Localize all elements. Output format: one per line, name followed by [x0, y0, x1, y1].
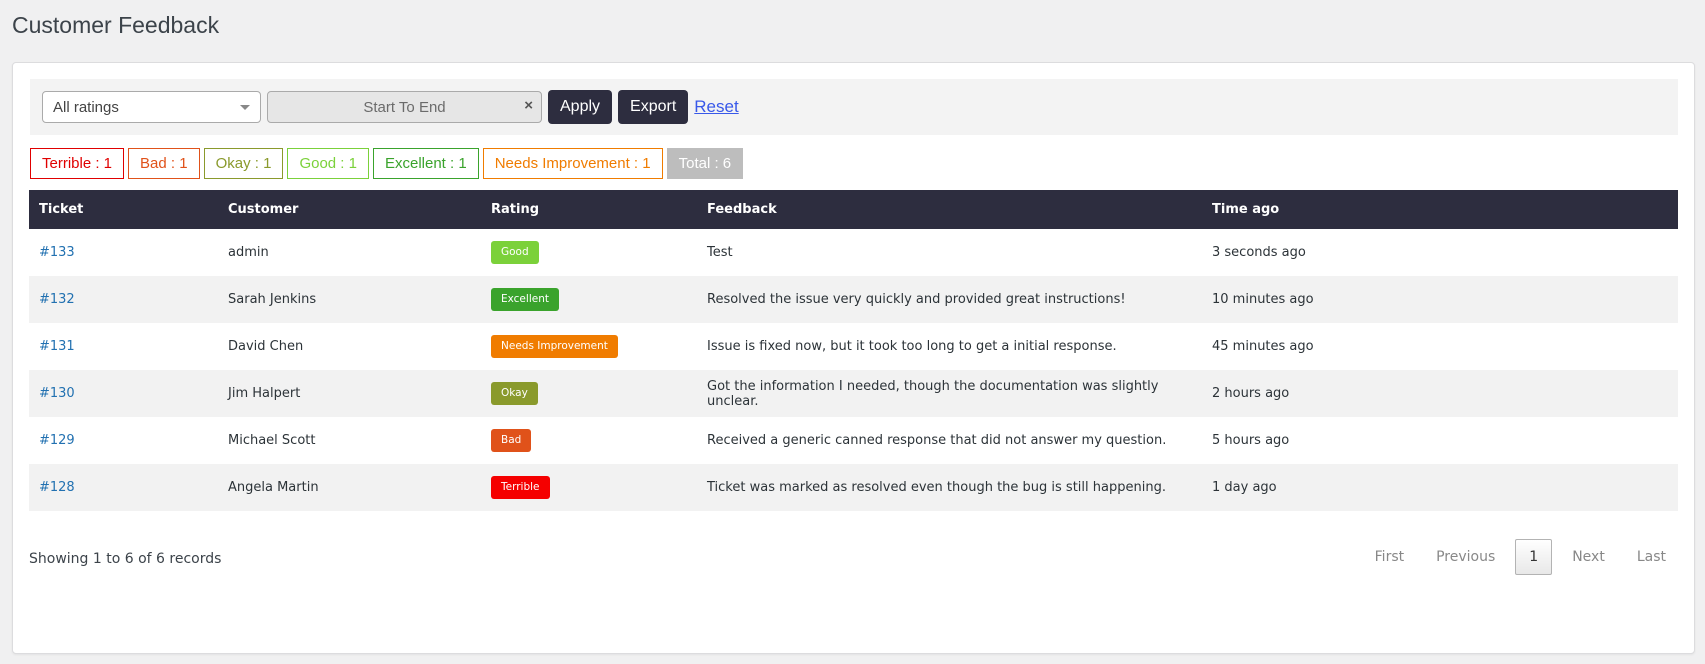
feedback-cell: Test: [707, 245, 733, 260]
table-row: #131 David Chen Needs Improvement Issue is …: [29, 323, 1678, 370]
rating-badge: Bad: [491, 429, 532, 452]
time-ago-cell: 2 hours ago: [1202, 370, 1678, 417]
rating-badge: Terrible: [491, 476, 550, 499]
reset-link[interactable]: Reset: [694, 97, 738, 117]
ticket-link[interactable]: #129: [39, 433, 75, 448]
time-ago-cell: 5 hours ago: [1212, 433, 1290, 448]
column-header-rating[interactable]: Rating: [481, 190, 697, 229]
table-row: #128 Angela Martin Terrible Ticket was mark…: [29, 464, 1678, 511]
feedback-cell: Got the information I needed, though the…: [697, 370, 1202, 417]
records-count: Showing 1 to 6 of 6 records: [29, 551, 222, 567]
customer-cell: Jim Halpert: [218, 370, 481, 417]
time-ago-cell: 3 seconds ago: [1212, 245, 1306, 260]
feedback-card: All ratings Start To End × Apply Export …: [12, 62, 1695, 654]
column-header-feedback[interactable]: Feedback: [697, 190, 1202, 229]
ticket-link[interactable]: #131: [39, 339, 75, 354]
table-row: #129 Michael Scott Bad Received a generic c…: [29, 417, 1678, 464]
filter-bar: All ratings Start To End × Apply Export …: [30, 79, 1678, 135]
chevron-down-icon: [240, 104, 250, 110]
rating-filter-value: All ratings: [53, 98, 119, 116]
rating-summary-chip: Okay : 1: [203, 148, 284, 179]
time-ago-cell: 10 minutes ago: [1202, 276, 1678, 323]
column-header-time-ago[interactable]: Time ago: [1202, 190, 1678, 229]
customer-cell: admin: [228, 245, 269, 260]
pagination-current-page[interactable]: 1: [1515, 539, 1553, 575]
rating-summary-chip: Good : 1: [287, 148, 369, 179]
ticket-link[interactable]: #133: [39, 245, 75, 260]
pagination: First Previous 1 Next Last: [1359, 539, 1682, 575]
feedback-cell: Issue is fixed now, but it took too long…: [707, 339, 1117, 354]
rating-summary-chip: Total : 6: [666, 148, 744, 179]
export-button[interactable]: Export: [618, 90, 689, 124]
rating-badge: Good: [491, 241, 539, 264]
customer-cell: Angela Martin: [218, 464, 481, 511]
pagination-next[interactable]: Next: [1556, 539, 1621, 575]
time-ago-cell: 1 day ago: [1202, 464, 1678, 511]
ticket-link[interactable]: #128: [39, 480, 75, 495]
table-row: #132 Sarah Jenkins Excellent Resolved the i…: [29, 276, 1678, 323]
rating-summary: Terrible : 1 Bad : 1 Okay : 1 Good : 1 Excel…: [30, 148, 744, 179]
ticket-link[interactable]: #132: [39, 292, 75, 307]
rating-badge: Needs Improvement: [491, 335, 618, 358]
date-range-input[interactable]: Start To End ×: [267, 91, 542, 123]
column-header-customer[interactable]: Customer: [218, 190, 481, 229]
table-header-row: Ticket Customer Rating Feedback Time ago: [29, 190, 1678, 229]
customer-cell: David Chen: [228, 339, 304, 354]
rating-summary-chip: Needs Improvement : 1: [482, 148, 663, 179]
table-row: #133 admin Good Test 3 seconds ago: [29, 229, 1678, 276]
table-row: #130 Jim Halpert Okay Got the information I…: [29, 370, 1678, 417]
feedback-table: Ticket Customer Rating Feedback Time ago…: [29, 190, 1678, 511]
rating-summary-chip: Excellent : 1: [372, 148, 479, 179]
time-ago-cell: 45 minutes ago: [1212, 339, 1314, 354]
date-range-placeholder: Start To End: [363, 98, 446, 116]
rating-badge: Okay: [491, 382, 538, 405]
feedback-cell: Resolved the issue very quickly and prov…: [697, 276, 1202, 323]
rating-summary-chip: Terrible : 1: [30, 148, 125, 179]
feedback-cell: Ticket was marked as resolved even thoug…: [697, 464, 1202, 511]
pagination-first[interactable]: First: [1359, 539, 1420, 575]
column-header-ticket[interactable]: Ticket: [29, 190, 218, 229]
page-title: Customer Feedback: [12, 12, 220, 38]
rating-badge: Excellent: [491, 288, 559, 311]
rating-filter-select[interactable]: All ratings: [42, 91, 261, 123]
ticket-link[interactable]: #130: [39, 386, 75, 401]
customer-cell: Michael Scott: [228, 433, 316, 448]
pagination-last[interactable]: Last: [1621, 539, 1682, 575]
rating-summary-chip: Bad : 1: [128, 148, 200, 179]
pagination-previous[interactable]: Previous: [1420, 539, 1511, 575]
apply-button[interactable]: Apply: [548, 90, 613, 124]
close-icon[interactable]: ×: [524, 97, 533, 114]
customer-cell: Sarah Jenkins: [218, 276, 481, 323]
feedback-cell: Received a generic canned response that …: [707, 433, 1167, 448]
